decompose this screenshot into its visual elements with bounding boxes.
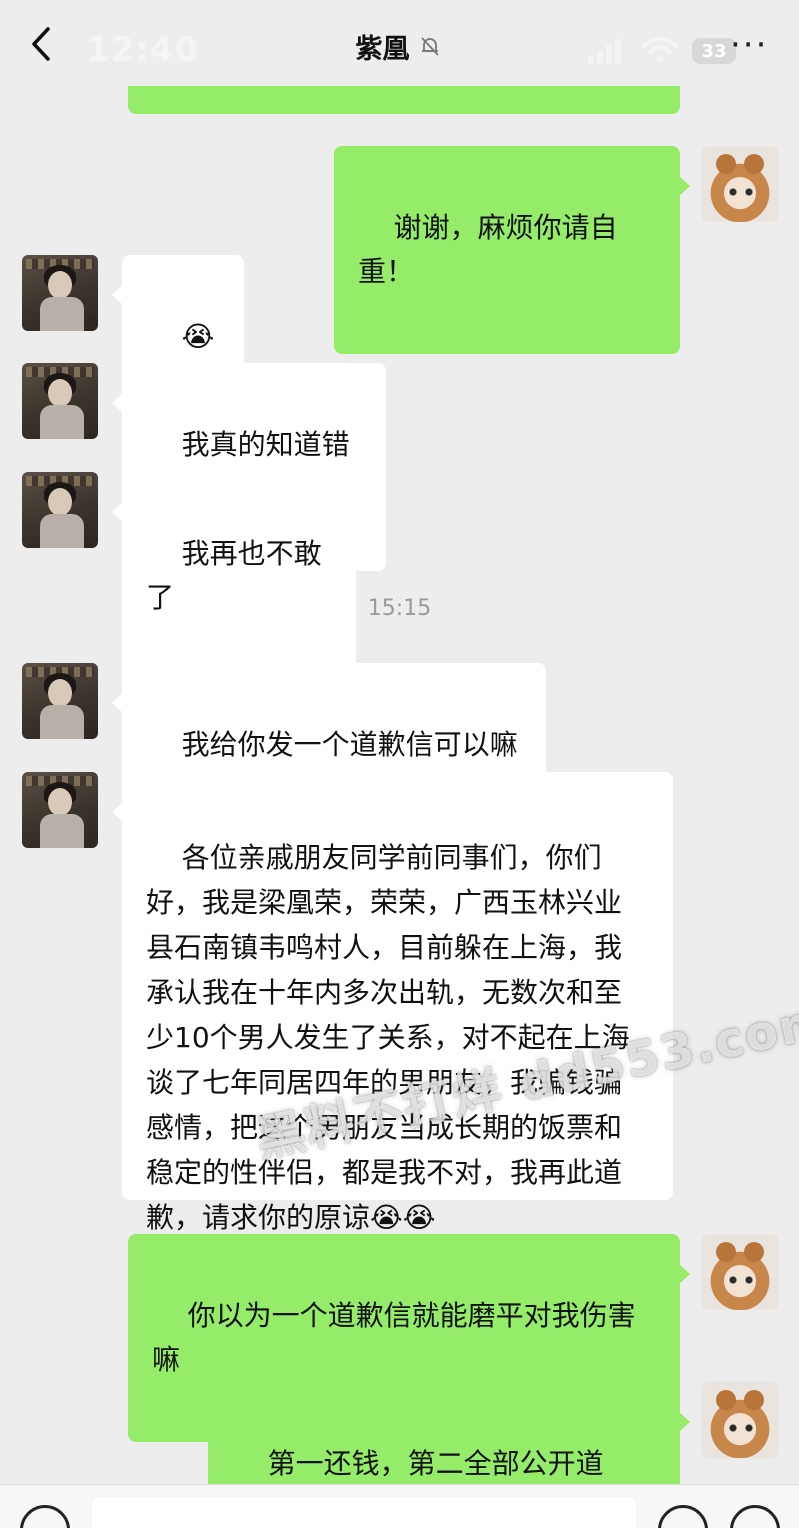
message-bubble-received[interactable]: 各位亲戚朋友同学前同事们，你们好，我是梁凰荣，荣荣，广西玉林兴业县石南镇韦鸣村人… — [112, 772, 673, 1234]
signal-icon — [588, 39, 621, 64]
avatar-eyes — [729, 188, 753, 196]
contact-avatar[interactable] — [22, 472, 98, 548]
avatar-ear — [716, 1390, 736, 1410]
avatar-body — [40, 814, 84, 848]
message-bubble-received[interactable]: 我再也不敢了 — [112, 472, 356, 680]
chat-title: 紫凰 — [355, 33, 410, 65]
plus-icon[interactable] — [730, 1505, 780, 1528]
avatar-face — [48, 379, 72, 407]
avatar-ear — [744, 1390, 764, 1410]
contact-avatar[interactable] — [22, 363, 98, 439]
message-text: 各位亲戚朋友同学前同事们，你们好，我是梁凰荣，荣荣，广西玉林兴业县石南镇韦鸣村人… — [146, 841, 630, 1234]
avatar-face — [48, 488, 72, 516]
more-button[interactable]: ··· — [730, 28, 768, 62]
avatar-body — [40, 297, 84, 331]
message-bubble-sent[interactable]: 谢谢，麻烦你请自重！ — [334, 146, 690, 354]
avatar-ear — [716, 154, 736, 174]
my-avatar[interactable] — [702, 1382, 778, 1458]
emoji-icon[interactable] — [658, 1505, 708, 1528]
chat-screen: 12:40 紫凰 33 ··· 谢谢，麻烦你请自重！ 😭 我真的知道错 我再也不… — [0, 0, 799, 1528]
my-avatar[interactable] — [702, 1234, 778, 1310]
avatar-body — [40, 705, 84, 739]
avatar-face — [48, 271, 72, 299]
my-avatar[interactable] — [702, 146, 778, 222]
avatar-ear — [744, 154, 764, 174]
avatar-face — [48, 679, 72, 707]
voice-icon[interactable] — [20, 1505, 70, 1528]
avatar-face — [48, 788, 72, 816]
message-text: 你以为一个道歉信就能磨平对我伤害嘛 — [152, 1299, 636, 1376]
contact-avatar[interactable] — [22, 772, 98, 848]
avatar-body — [40, 514, 84, 548]
message-input[interactable] — [92, 1497, 636, 1528]
message-text: 谢谢，麻烦你请自重！ — [358, 211, 618, 288]
chat-header: 12:40 紫凰 33 ··· — [0, 0, 799, 86]
wifi-icon — [642, 37, 678, 63]
contact-avatar[interactable] — [22, 663, 98, 739]
message-timestamp: 15:15 — [367, 596, 432, 621]
avatar-ear — [744, 1242, 764, 1262]
input-bar — [0, 1484, 799, 1528]
message-text: 我给你发一个道歉信可以嘛 — [181, 728, 518, 761]
ellipsis-icon: ··· — [730, 25, 769, 65]
bell-off-icon — [418, 33, 444, 59]
chat-title-group: 紫凰 — [0, 26, 799, 66]
avatar-ear — [716, 1242, 736, 1262]
avatar-eyes — [729, 1276, 753, 1284]
avatar-eyes — [729, 1424, 753, 1432]
avatar-body — [40, 405, 84, 439]
contact-avatar[interactable] — [22, 255, 98, 331]
